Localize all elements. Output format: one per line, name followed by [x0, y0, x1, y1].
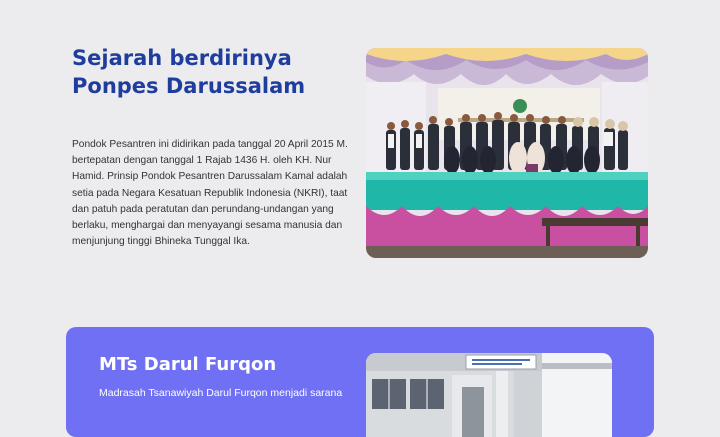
- mts-building-photo: [366, 353, 612, 437]
- history-group-photo: [366, 48, 648, 258]
- history-description: Pondok Pesantren ini didirikan pada tang…: [72, 139, 348, 248]
- mts-card: MTs Darul Furqon Madrasah Tsanawiyah Dar…: [66, 327, 654, 437]
- history-title: Sejarah berdirinya Ponpes Darussalam: [72, 46, 306, 98]
- mts-title: MTs Darul Furqon: [99, 354, 277, 375]
- mts-description: Madrasah Tsanawiyah Darul Furqon menjadi…: [99, 387, 343, 399]
- history-section: Sejarah berdirinya Ponpes Darussalam Pon…: [0, 0, 720, 300]
